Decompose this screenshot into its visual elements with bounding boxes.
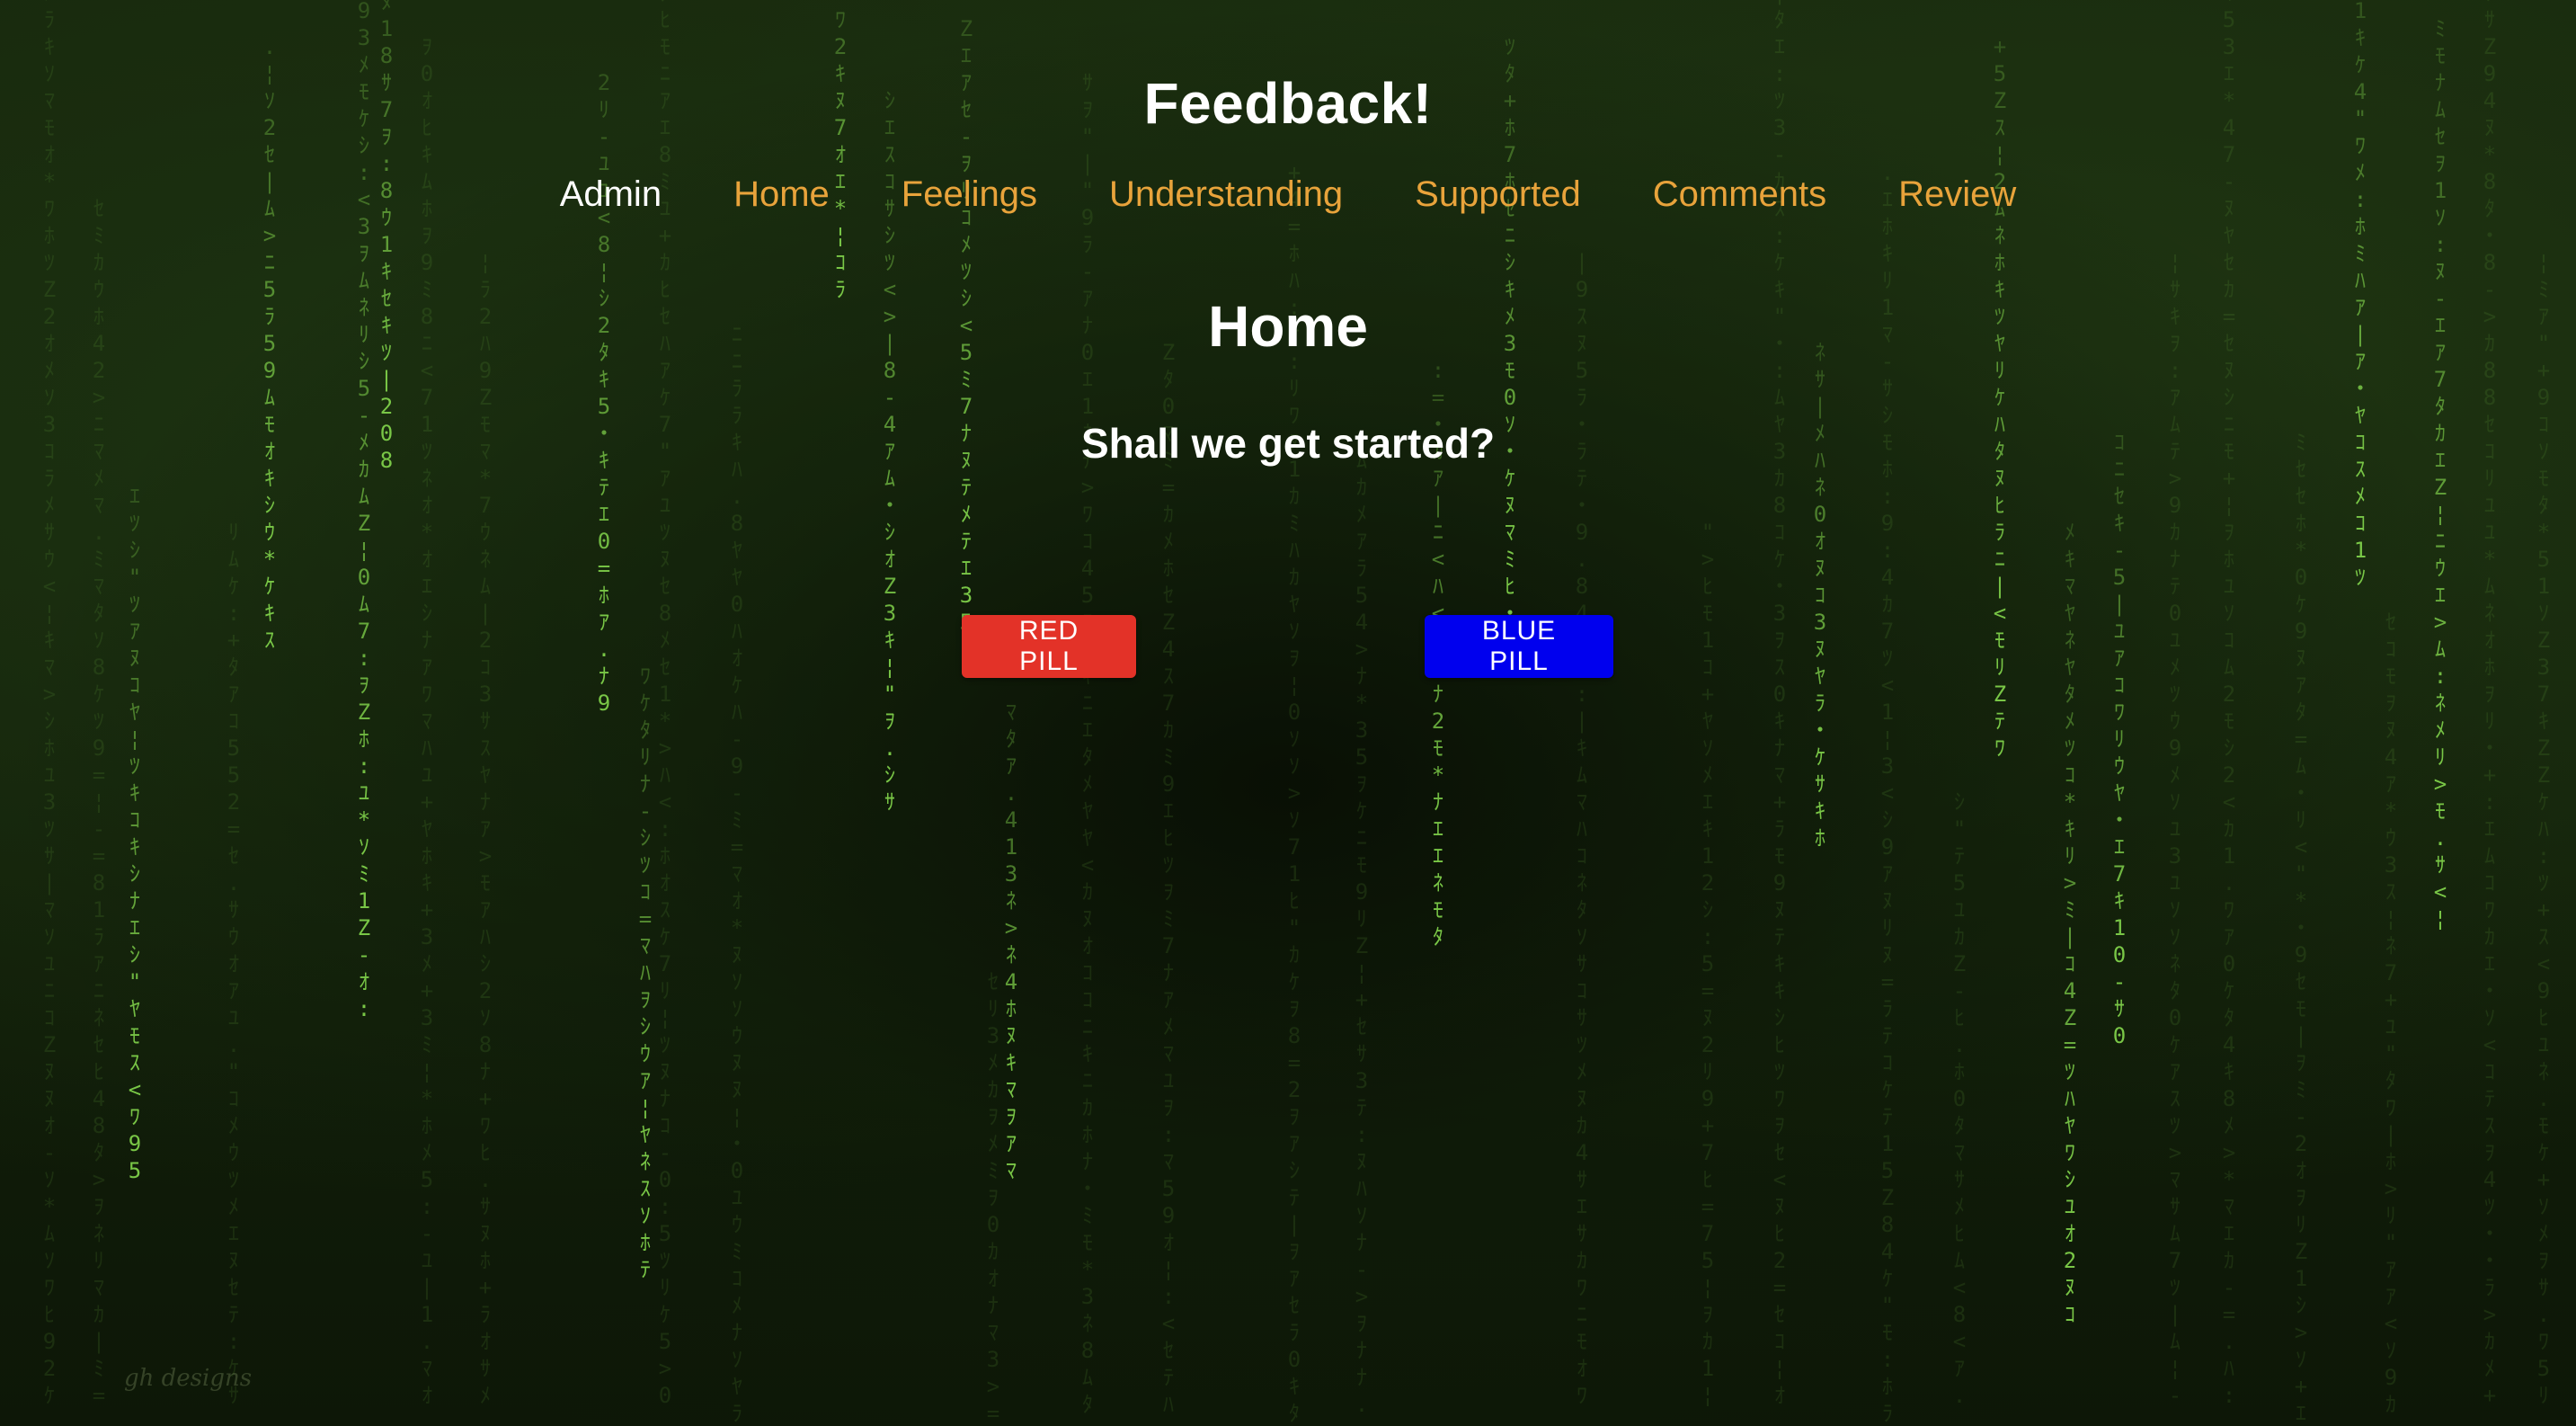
app-root: Feedback! Admin Home Feelings Understand… xyxy=(0,0,2576,1426)
main-nav: Admin Home Feelings Understanding Suppor… xyxy=(0,174,2576,215)
blue-pill-button[interactable]: BLUE PILL xyxy=(1425,615,1613,678)
matrix-background: ﾒﾗｷｿﾏﾓｵ*ﾜﾎﾂZ2ｵﾒｿ3ｺﾗﾒｻｳ<¦ｷﾏ>ｼﾎﾕ3ﾂｻ|ﾏｿﾕﾆｺZ… xyxy=(0,0,2576,1426)
nav-link-admin[interactable]: Admin xyxy=(560,174,662,215)
designer-signature: gh designs xyxy=(124,1365,253,1392)
nav-link-comments[interactable]: Comments xyxy=(1653,174,1826,215)
nav-link-supported[interactable]: Supported xyxy=(1415,174,1581,215)
start-prompt: Shall we get started? xyxy=(1080,420,1496,467)
nav-link-home[interactable]: Home xyxy=(733,174,830,215)
nav-link-feelings[interactable]: Feelings xyxy=(902,174,1037,215)
nav-link-review[interactable]: Review xyxy=(1898,174,2016,215)
nav-link-understanding[interactable]: Understanding xyxy=(1109,174,1343,215)
red-pill-button[interactable]: RED PILL xyxy=(962,615,1136,678)
page-title: Home xyxy=(1208,294,1368,359)
app-title: Feedback! xyxy=(1143,71,1433,136)
